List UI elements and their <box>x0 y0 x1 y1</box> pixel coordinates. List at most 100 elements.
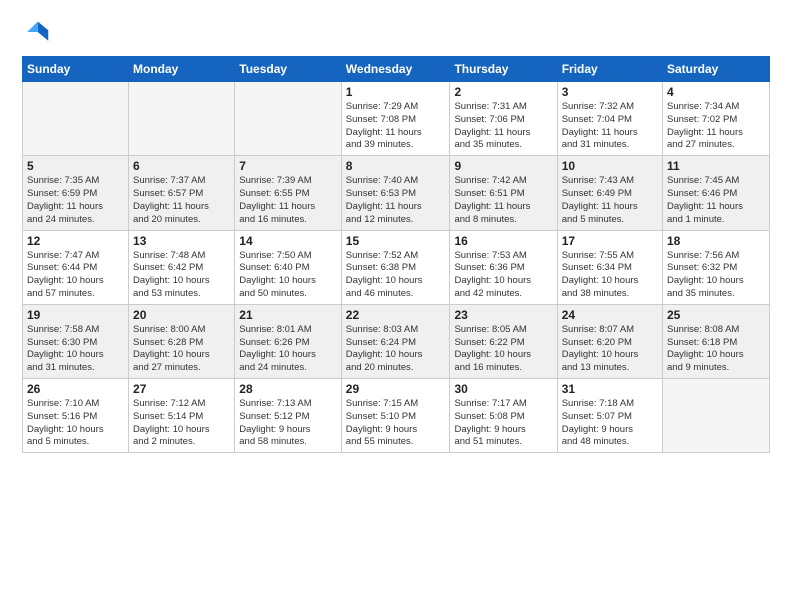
day-info: Sunrise: 7:45 AM Sunset: 6:46 PM Dayligh… <box>667 175 765 226</box>
day-info: Sunrise: 7:10 AM Sunset: 5:16 PM Dayligh… <box>27 398 124 449</box>
logo <box>22 18 54 46</box>
calendar-cell: 7Sunrise: 7:39 AM Sunset: 6:55 PM Daylig… <box>235 156 342 230</box>
day-info: Sunrise: 7:58 AM Sunset: 6:30 PM Dayligh… <box>27 324 124 375</box>
calendar-cell: 24Sunrise: 8:07 AM Sunset: 6:20 PM Dayli… <box>557 304 662 378</box>
calendar-cell: 3Sunrise: 7:32 AM Sunset: 7:04 PM Daylig… <box>557 82 662 156</box>
calendar-cell: 21Sunrise: 8:01 AM Sunset: 6:26 PM Dayli… <box>235 304 342 378</box>
calendar-cell: 1 Sunrise: 7:29 AM Sunset: 7:08 PM Daylig… <box>341 82 450 156</box>
day-info: Sunrise: 7:50 AM Sunset: 6:40 PM Dayligh… <box>239 250 337 301</box>
calendar-cell <box>23 82 129 156</box>
calendar-cell: 12 Sunrise: 7:47 AM Sunset: 6:44 PM Dayli… <box>23 230 129 304</box>
day-info: Sunrise: 7:43 AM Sunset: 6:49 PM Dayligh… <box>562 175 658 226</box>
day-number: 7 <box>239 159 337 173</box>
day-info: Sunrise: 7:35 AM Sunset: 6:59 PM Dayligh… <box>27 175 124 226</box>
calendar-row-4: 26Sunrise: 7:10 AM Sunset: 5:16 PM Dayli… <box>23 379 770 453</box>
day-number: 31 <box>562 382 658 396</box>
day-number: 29 <box>346 382 446 396</box>
day-number: 24 <box>562 308 658 322</box>
day-info: Sunrise: 8:05 AM Sunset: 6:22 PM Dayligh… <box>454 324 552 375</box>
day-info: Sunrise: 7:15 AM Sunset: 5:10 PM Dayligh… <box>346 398 446 449</box>
day-number: 2 <box>454 85 552 99</box>
day-info: Sunrise: 7:48 AM Sunset: 6:42 PM Dayligh… <box>133 250 230 301</box>
calendar-row-3: 19 Sunrise: 7:58 AM Sunset: 6:30 PM Dayli… <box>23 304 770 378</box>
day-number: 17 <box>562 234 658 248</box>
calendar-cell: 13 Sunrise: 7:48 AM Sunset: 6:42 PM Dayli… <box>129 230 235 304</box>
day-info: Sunrise: 7:18 AM Sunset: 5:07 PM Dayligh… <box>562 398 658 449</box>
day-info: Sunrise: 8:00 AM Sunset: 6:28 PM Dayligh… <box>133 324 230 375</box>
calendar-cell: 30 Sunrise: 7:17 AM Sunset: 5:08 PM Dayli… <box>450 379 557 453</box>
calendar-cell: 10 Sunrise: 7:43 AM Sunset: 6:49 PM Dayli… <box>557 156 662 230</box>
calendar-cell: 22 Sunrise: 8:03 AM Sunset: 6:24 PM Dayli… <box>341 304 450 378</box>
day-info: Sunrise: 7:37 AM Sunset: 6:57 PM Dayligh… <box>133 175 230 226</box>
weekday-header-friday: Friday <box>557 57 662 82</box>
day-info: Sunrise: 7:34 AM Sunset: 7:02 PM Dayligh… <box>667 101 765 152</box>
calendar-cell: 16 Sunrise: 7:53 AM Sunset: 6:36 PM Dayli… <box>450 230 557 304</box>
weekday-header-row: SundayMondayTuesdayWednesdayThursdayFrid… <box>23 57 770 82</box>
day-number: 13 <box>133 234 230 248</box>
weekday-header-tuesday: Tuesday <box>235 57 342 82</box>
day-number: 14 <box>239 234 337 248</box>
calendar-cell: 6 Sunrise: 7:37 AM Sunset: 6:57 PM Daylig… <box>129 156 235 230</box>
day-number: 1 <box>346 85 446 99</box>
day-number: 22 <box>346 308 446 322</box>
weekday-header-saturday: Saturday <box>663 57 770 82</box>
day-number: 19 <box>27 308 124 322</box>
calendar-cell: 14 Sunrise: 7:50 AM Sunset: 6:40 PM Dayli… <box>235 230 342 304</box>
day-number: 23 <box>454 308 552 322</box>
day-number: 5 <box>27 159 124 173</box>
calendar-cell: 26Sunrise: 7:10 AM Sunset: 5:16 PM Dayli… <box>23 379 129 453</box>
calendar-cell: 18 Sunrise: 7:56 AM Sunset: 6:32 PM Dayli… <box>663 230 770 304</box>
calendar-cell: 25Sunrise: 8:08 AM Sunset: 6:18 PM Dayli… <box>663 304 770 378</box>
calendar-cell: 9 Sunrise: 7:42 AM Sunset: 6:51 PM Daylig… <box>450 156 557 230</box>
day-info: Sunrise: 7:47 AM Sunset: 6:44 PM Dayligh… <box>27 250 124 301</box>
calendar-cell: 20 Sunrise: 8:00 AM Sunset: 6:28 PM Dayli… <box>129 304 235 378</box>
calendar-cell <box>235 82 342 156</box>
day-info: Sunrise: 8:03 AM Sunset: 6:24 PM Dayligh… <box>346 324 446 375</box>
day-info: Sunrise: 7:40 AM Sunset: 6:53 PM Dayligh… <box>346 175 446 226</box>
calendar-cell: 11 Sunrise: 7:45 AM Sunset: 6:46 PM Dayli… <box>663 156 770 230</box>
page: SundayMondayTuesdayWednesdayThursdayFrid… <box>0 0 792 612</box>
day-number: 11 <box>667 159 765 173</box>
day-number: 30 <box>454 382 552 396</box>
calendar-cell: 19 Sunrise: 7:58 AM Sunset: 6:30 PM Dayli… <box>23 304 129 378</box>
calendar-cell: 4 Sunrise: 7:34 AM Sunset: 7:02 PM Daylig… <box>663 82 770 156</box>
day-number: 25 <box>667 308 765 322</box>
weekday-header-monday: Monday <box>129 57 235 82</box>
day-number: 16 <box>454 234 552 248</box>
day-info: Sunrise: 7:13 AM Sunset: 5:12 PM Dayligh… <box>239 398 337 449</box>
calendar-cell: 2Sunrise: 7:31 AM Sunset: 7:06 PM Daylig… <box>450 82 557 156</box>
day-info: Sunrise: 7:53 AM Sunset: 6:36 PM Dayligh… <box>454 250 552 301</box>
weekday-header-thursday: Thursday <box>450 57 557 82</box>
day-number: 9 <box>454 159 552 173</box>
day-info: Sunrise: 7:55 AM Sunset: 6:34 PM Dayligh… <box>562 250 658 301</box>
day-number: 10 <box>562 159 658 173</box>
day-number: 4 <box>667 85 765 99</box>
weekday-header-wednesday: Wednesday <box>341 57 450 82</box>
calendar-row-1: 5 Sunrise: 7:35 AM Sunset: 6:59 PM Daylig… <box>23 156 770 230</box>
day-info: Sunrise: 7:29 AM Sunset: 7:08 PM Dayligh… <box>346 101 446 152</box>
day-number: 27 <box>133 382 230 396</box>
day-number: 3 <box>562 85 658 99</box>
day-info: Sunrise: 7:42 AM Sunset: 6:51 PM Dayligh… <box>454 175 552 226</box>
calendar-cell: 28 Sunrise: 7:13 AM Sunset: 5:12 PM Dayli… <box>235 379 342 453</box>
calendar-row-0: 1 Sunrise: 7:29 AM Sunset: 7:08 PM Daylig… <box>23 82 770 156</box>
logo-icon <box>22 18 50 46</box>
day-info: Sunrise: 7:56 AM Sunset: 6:32 PM Dayligh… <box>667 250 765 301</box>
calendar-cell: 5 Sunrise: 7:35 AM Sunset: 6:59 PM Daylig… <box>23 156 129 230</box>
day-number: 20 <box>133 308 230 322</box>
day-number: 18 <box>667 234 765 248</box>
calendar-cell: 31 Sunrise: 7:18 AM Sunset: 5:07 PM Dayli… <box>557 379 662 453</box>
day-number: 28 <box>239 382 337 396</box>
day-number: 12 <box>27 234 124 248</box>
calendar-cell: 15Sunrise: 7:52 AM Sunset: 6:38 PM Dayli… <box>341 230 450 304</box>
calendar: SundayMondayTuesdayWednesdayThursdayFrid… <box>22 56 770 453</box>
calendar-row-2: 12 Sunrise: 7:47 AM Sunset: 6:44 PM Dayli… <box>23 230 770 304</box>
day-number: 15 <box>346 234 446 248</box>
day-number: 6 <box>133 159 230 173</box>
day-info: Sunrise: 7:17 AM Sunset: 5:08 PM Dayligh… <box>454 398 552 449</box>
calendar-cell: 17 Sunrise: 7:55 AM Sunset: 6:34 PM Dayli… <box>557 230 662 304</box>
calendar-cell <box>129 82 235 156</box>
calendar-cell: 8Sunrise: 7:40 AM Sunset: 6:53 PM Daylig… <box>341 156 450 230</box>
weekday-header-sunday: Sunday <box>23 57 129 82</box>
day-info: Sunrise: 7:12 AM Sunset: 5:14 PM Dayligh… <box>133 398 230 449</box>
